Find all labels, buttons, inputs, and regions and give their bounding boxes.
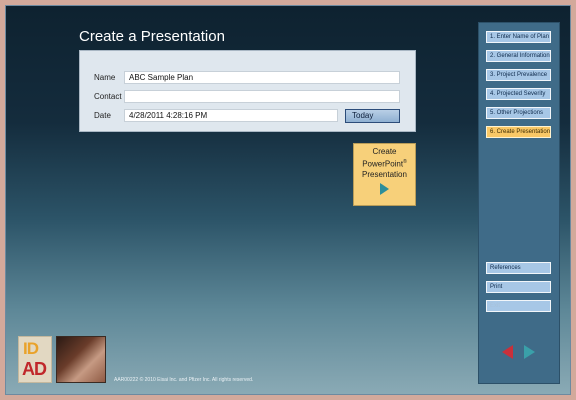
- step-4-button[interactable]: 4. Projected Severity: [486, 88, 551, 100]
- contact-row: Contact: [80, 90, 415, 106]
- plan-form: Name ABC Sample Plan Contact Date 4/28/2…: [79, 50, 416, 132]
- references-button[interactable]: References: [486, 262, 551, 274]
- name-label: Name: [94, 73, 116, 82]
- idad-logo: ID AD: [18, 336, 52, 383]
- logo-bottom-text: AD: [22, 359, 47, 379]
- app-window: Create a Presentation Name ABC Sample Pl…: [5, 5, 571, 395]
- step-5-button[interactable]: 5. Other Projections: [486, 107, 551, 119]
- sidebar: 1. Enter Name of Plan 2. General Informa…: [478, 22, 560, 384]
- step-1-button[interactable]: 1. Enter Name of Plan: [486, 31, 551, 43]
- hands-photo: [56, 336, 106, 383]
- logo-top-text: ID: [23, 339, 39, 358]
- step-3-button[interactable]: 3. Project Prevalence: [486, 69, 551, 81]
- date-label: Date: [94, 111, 111, 120]
- ppt-line-3: Presentation: [362, 169, 407, 179]
- step-6-button[interactable]: 6. Create Presentation: [486, 126, 551, 138]
- back-arrow-icon[interactable]: [502, 345, 513, 359]
- today-button[interactable]: Today: [345, 109, 400, 123]
- ppt-line-2-text: PowerPoint: [362, 159, 404, 169]
- exit-button[interactable]: Exit: [486, 300, 551, 312]
- print-button[interactable]: Print: [486, 281, 551, 293]
- play-icon: [380, 182, 389, 195]
- date-field[interactable]: 4/28/2011 4:28:16 PM: [124, 109, 338, 122]
- date-row: Date 4/28/2011 4:28:16 PM Today: [80, 109, 415, 125]
- forward-arrow-icon[interactable]: [524, 345, 535, 359]
- registered-mark: ®: [403, 159, 407, 165]
- ppt-line-1: Create: [372, 147, 397, 156]
- name-row: Name ABC Sample Plan: [80, 71, 415, 87]
- ppt-line-2: PowerPoint®: [354, 157, 415, 170]
- step-2-button[interactable]: 2. General Information: [486, 50, 551, 62]
- copyright-text: AAR00222 © 2010 Eisai Inc. and Pfizer In…: [114, 377, 254, 383]
- contact-field[interactable]: [124, 90, 400, 103]
- page-title: Create a Presentation: [79, 28, 225, 45]
- create-powerpoint-button[interactable]: Create PowerPoint® Presentation: [353, 143, 416, 206]
- name-field[interactable]: ABC Sample Plan: [124, 71, 400, 84]
- contact-label: Contact: [94, 92, 122, 101]
